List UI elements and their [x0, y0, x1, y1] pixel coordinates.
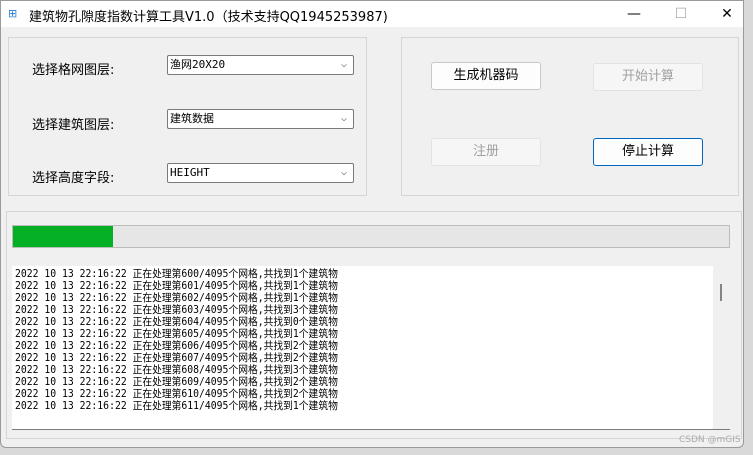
start-calculation-button[interactable]: 开始计算: [593, 63, 703, 91]
log-scrollbar[interactable]: [713, 266, 730, 429]
log-line: 2022 10 13 22:16:22 正在处理第611/4095个网格,共找到…: [15, 400, 338, 412]
building-layer-label: 选择建筑图层:: [32, 118, 115, 133]
log-line: 2022 10 13 22:16:22 正在处理第602/4095个网格,共找到…: [15, 292, 338, 304]
building-layer-value: 建筑数据: [170, 112, 214, 125]
chevron-down-icon: ⌵: [340, 113, 347, 124]
log-line: 2022 10 13 22:16:22 正在处理第606/4095个网格,共找到…: [15, 340, 338, 352]
height-field-select[interactable]: HEIGHT ⌵: [167, 163, 354, 183]
log-line: 2022 10 13 22:16:22 正在处理第603/4095个网格,共找到…: [15, 304, 338, 316]
scrollbar-thumb[interactable]: [720, 284, 722, 301]
grid-layer-select[interactable]: 渔网20X20 ⌵: [167, 55, 354, 75]
title-bar: ⊞ 建筑物孔隙度指数计算工具V1.0（技术支持QQ1945253987) — ☐…: [1, 1, 743, 27]
grid-layer-value: 渔网20X20: [170, 58, 226, 71]
grid-layer-label: 选择格网图层:: [32, 63, 115, 78]
progress-bar: [12, 225, 730, 248]
watermark: CSDN @mGIS: [679, 435, 741, 445]
progress-fill: [13, 226, 114, 247]
stop-calculation-button[interactable]: 停止计算: [593, 138, 703, 166]
log-line: 2022 10 13 22:16:22 正在处理第607/4095个网格,共找到…: [15, 352, 338, 364]
window-title: 建筑物孔隙度指数计算工具V1.0（技术支持QQ1945253987): [29, 10, 388, 25]
log-lines: 2022 10 13 22:16:22 正在处理第600/4095个网格,共找到…: [15, 268, 338, 412]
maximize-button[interactable]: ☐: [666, 4, 696, 24]
app-grid-icon: ⊞: [8, 7, 18, 20]
register-button[interactable]: 注册: [431, 138, 541, 166]
minimize-button[interactable]: —: [619, 4, 649, 24]
log-line: 2022 10 13 22:16:22 正在处理第608/4095个网格,共找到…: [15, 364, 338, 376]
height-field-value: HEIGHT: [170, 166, 210, 179]
log-line: 2022 10 13 22:16:22 正在处理第605/4095个网格,共找到…: [15, 328, 338, 340]
log-textbox[interactable]: 2022 10 13 22:16:22 正在处理第600/4095个网格,共找到…: [12, 266, 730, 430]
chevron-down-icon: ⌵: [340, 167, 347, 178]
log-line: 2022 10 13 22:16:22 正在处理第600/4095个网格,共找到…: [15, 268, 338, 280]
main-window: ⊞ 建筑物孔隙度指数计算工具V1.0（技术支持QQ1945253987) — ☐…: [0, 0, 744, 448]
building-layer-select[interactable]: 建筑数据 ⌵: [167, 109, 354, 129]
actions-group: [401, 37, 739, 196]
generate-machine-code-button[interactable]: 生成机器码: [431, 62, 541, 90]
close-button[interactable]: ✕: [712, 4, 742, 24]
height-field-label: 选择高度字段:: [32, 171, 115, 186]
log-line: 2022 10 13 22:16:22 正在处理第604/4095个网格,共找到…: [15, 316, 338, 328]
log-line: 2022 10 13 22:16:22 正在处理第610/4095个网格,共找到…: [15, 388, 338, 400]
log-line: 2022 10 13 22:16:22 正在处理第601/4095个网格,共找到…: [15, 280, 338, 292]
chevron-down-icon: ⌵: [340, 59, 347, 70]
log-line: 2022 10 13 22:16:22 正在处理第609/4095个网格,共找到…: [15, 376, 338, 388]
